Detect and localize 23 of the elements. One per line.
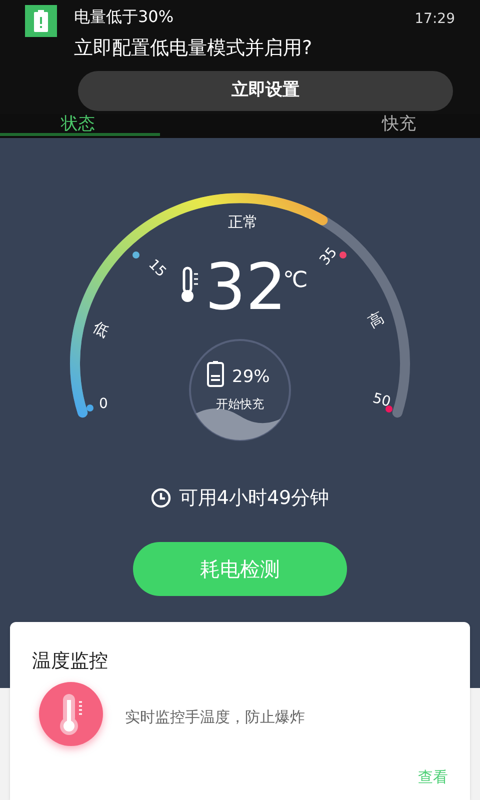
- battery-alert-icon: [25, 5, 57, 37]
- zone-label: 正常: [228, 213, 258, 231]
- tick-label: 15: [145, 256, 170, 280]
- card-description: 实时监控手温度，防止爆炸: [125, 707, 305, 728]
- tab[interactable]: 快充: [382, 114, 416, 134]
- tick-label: 0: [99, 396, 108, 412]
- battery-percent: 29%: [232, 367, 270, 387]
- tick-label: 35: [316, 244, 341, 269]
- card-title: 温度监控: [32, 649, 108, 674]
- thermometer-icon: [39, 682, 103, 746]
- battery-icon: [207, 361, 224, 387]
- clock-icon: [150, 488, 171, 508]
- thermometer-icon: [182, 266, 199, 302]
- zone-label: 高: [365, 308, 387, 332]
- notification-title: 电量低于30%: [74, 6, 174, 28]
- notification-time: 17:29: [414, 10, 455, 29]
- tab[interactable]: 状态: [61, 114, 95, 134]
- notification-message: 立即配置低电量模式并启用?: [74, 36, 312, 61]
- tick-label: 50: [370, 390, 392, 410]
- charge-status: 开始快充: [216, 397, 264, 411]
- remaining-time: 可用4小时49分钟: [178, 486, 330, 511]
- setup-button[interactable]: 立即设置: [78, 71, 453, 111]
- zone-label: 低: [90, 318, 112, 341]
